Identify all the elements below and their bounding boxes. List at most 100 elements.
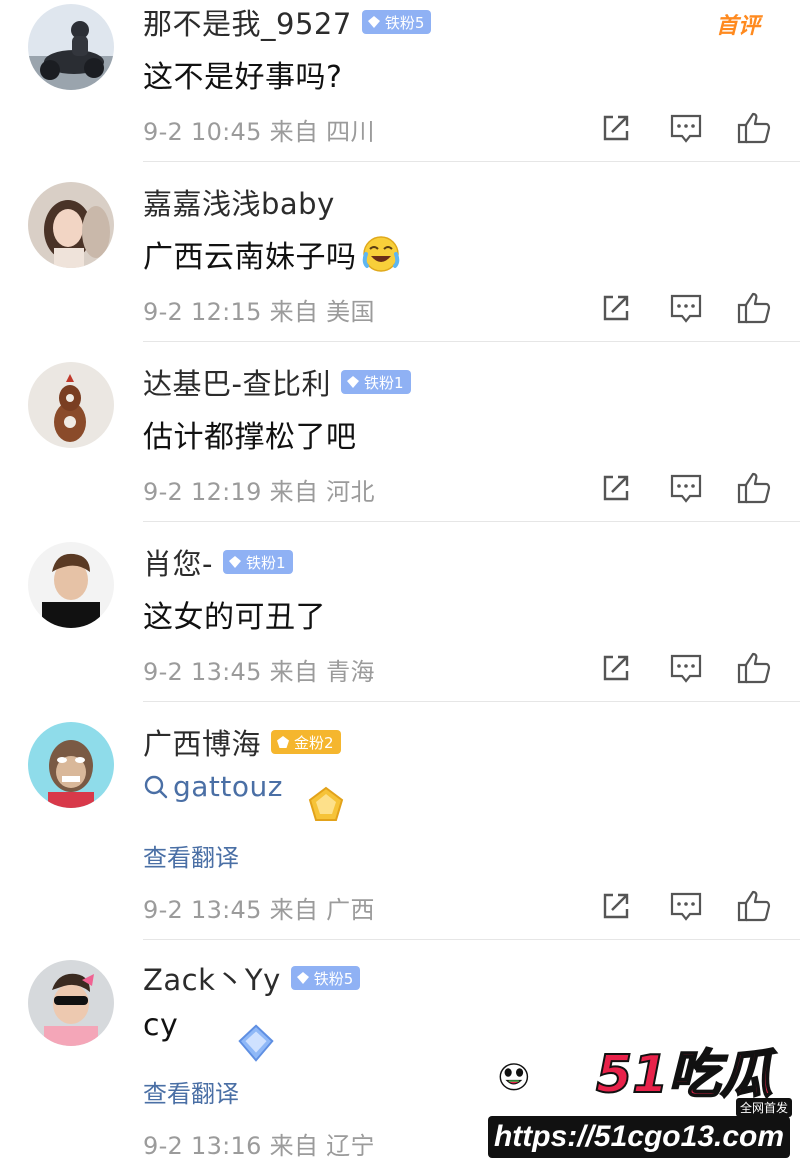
avatar[interactable] (28, 722, 114, 808)
comment-icon (670, 114, 702, 143)
avatar[interactable] (28, 4, 114, 90)
thumbs-up-icon (737, 112, 771, 144)
thumbs-up-icon (737, 472, 771, 504)
comment-meta: 9-2 13:45 来自 广西 (143, 890, 375, 925)
gold-sticker-icon (308, 786, 344, 821)
comment-item: 达基巴-查比利 铁粉1 估计都撑松了吧 9-2 12:19 来自 河北 (0, 342, 800, 522)
comment-meta: 9-2 13:45 来自 青海 (143, 652, 375, 687)
first-comment-tag: 首评 (715, 14, 760, 39)
fan-badge[interactable]: 金粉2 (271, 730, 341, 754)
share-button[interactable] (598, 470, 634, 506)
comment-item: 嘉嘉浅浅baby 广西云南妹子吗 9-2 12:15 来自 美国 (0, 162, 800, 342)
comment-actions (598, 650, 774, 686)
comment-actions (598, 110, 774, 146)
comment-text: gattouz (143, 770, 283, 803)
share-icon (603, 295, 629, 321)
comment-time: 9-2 12:15 (143, 298, 262, 326)
comment-text: 广西云南妹子吗 (143, 232, 401, 276)
share-button[interactable] (598, 888, 634, 924)
reply-button[interactable] (668, 888, 704, 924)
watermark-url: https://51cgo13.com (488, 1116, 790, 1158)
reply-button[interactable] (668, 110, 704, 146)
username[interactable]: 肖您- (143, 541, 213, 583)
username[interactable]: 达基巴-查比利 (143, 361, 331, 403)
username[interactable]: Zack丶Yy (143, 957, 281, 999)
diamond-icon (228, 556, 241, 568)
comment-actions (598, 470, 774, 506)
comment-text-content: 广西云南妹子吗 (143, 240, 357, 275)
comment-text: 这不是好事吗? (143, 60, 343, 95)
translate-link[interactable]: 查看翻译 (143, 838, 239, 873)
fan-badge[interactable]: 铁粉1 (222, 550, 293, 574)
share-icon (603, 655, 629, 681)
comment-header: 广西博海 金粉2 (143, 722, 341, 762)
translate-link[interactable]: 查看翻译 (143, 1074, 239, 1109)
comment-location: 来自 美国 (269, 298, 375, 326)
avatar[interactable] (28, 542, 114, 628)
share-icon (603, 893, 629, 919)
like-button[interactable] (736, 470, 772, 506)
fan-badge[interactable]: 铁粉5 (361, 10, 432, 34)
like-button[interactable] (736, 650, 772, 686)
comment-item: 那不是我_9527 铁粉5 首评 这不是好事吗? 9-2 10:45 来自 四川 (0, 0, 800, 162)
comment-time: 9-2 12:19 (143, 478, 262, 506)
comment-header: Zack丶Yy 铁粉5 (143, 957, 361, 999)
like-button[interactable] (736, 290, 772, 326)
like-button[interactable] (736, 110, 772, 146)
comment-time: 9-2 13:16 (143, 1132, 262, 1160)
comment-actions (598, 888, 774, 924)
avatar[interactable] (28, 960, 114, 1046)
search-link-text: gattouz (173, 770, 283, 803)
comment-location: 来自 四川 (269, 118, 375, 146)
comment-text: cy (143, 1008, 179, 1043)
reply-button[interactable] (668, 290, 704, 326)
comment-meta: 9-2 10:45 来自 四川 (143, 112, 375, 147)
avatar[interactable] (28, 362, 114, 448)
reply-button[interactable] (668, 470, 704, 506)
share-button[interactable] (598, 650, 634, 686)
username[interactable]: 嘉嘉浅浅baby (143, 181, 335, 223)
thumbs-up-icon (737, 292, 771, 324)
share-button[interactable] (598, 110, 634, 146)
comment-location: 来自 广西 (269, 896, 375, 924)
comment-text: 这女的可丑了 (143, 600, 326, 635)
diamond-icon (367, 16, 380, 28)
comment-item: 肖您- 铁粉1 这女的可丑了 9-2 13:45 来自 青海 (0, 522, 800, 702)
comment-meta: 9-2 12:19 来自 河北 (143, 472, 375, 507)
fan-badge[interactable]: 铁粉1 (340, 370, 411, 394)
reply-button[interactable] (668, 650, 704, 686)
diamond-sticker-icon (238, 1024, 274, 1062)
avatar[interactable] (28, 182, 114, 268)
username[interactable]: 那不是我_9527 (143, 1, 352, 43)
share-button[interactable] (598, 290, 634, 326)
comment-icon (670, 654, 702, 683)
comment-item: 广西博海 金粉2 gattouz 查看翻译 9-2 13:45 来自 广西 (0, 702, 800, 940)
diamond-icon (346, 376, 359, 388)
watermark-tag: 全网首发 (735, 1098, 792, 1117)
comment-header: 嘉嘉浅浅baby (143, 182, 335, 222)
like-button[interactable] (736, 888, 772, 924)
username[interactable]: 广西博海 (143, 721, 261, 763)
comment-time: 9-2 13:45 (143, 658, 262, 686)
fan-badge-label: 金粉2 (294, 733, 334, 752)
search-icon (144, 775, 168, 798)
thumbs-up-icon (737, 652, 771, 684)
watermark-brand: 51吃瓜 (595, 1044, 773, 1106)
comment-text: 估计都撑松了吧 (143, 420, 357, 455)
laughing-crying-emoji-icon (362, 236, 399, 272)
comment-icon (670, 294, 702, 323)
fan-badge-label: 铁粉1 (363, 373, 404, 392)
mascot-logo (499, 1063, 529, 1091)
search-link[interactable]: gattouz (143, 770, 283, 803)
fan-badge-label: 铁粉1 (245, 553, 286, 572)
comment-header: 达基巴-查比利 铁粉1 (143, 362, 411, 402)
comment-icon (670, 474, 702, 503)
comment-location: 来自 河北 (269, 478, 375, 506)
share-icon (603, 115, 629, 141)
comment-icon (670, 892, 702, 921)
fan-badge-label: 铁粉5 (384, 13, 425, 32)
fan-badge-label: 铁粉5 (313, 969, 354, 988)
diamond-icon (296, 972, 309, 984)
fan-badge[interactable]: 铁粉5 (290, 966, 361, 990)
comment-time: 9-2 13:45 (143, 896, 262, 924)
